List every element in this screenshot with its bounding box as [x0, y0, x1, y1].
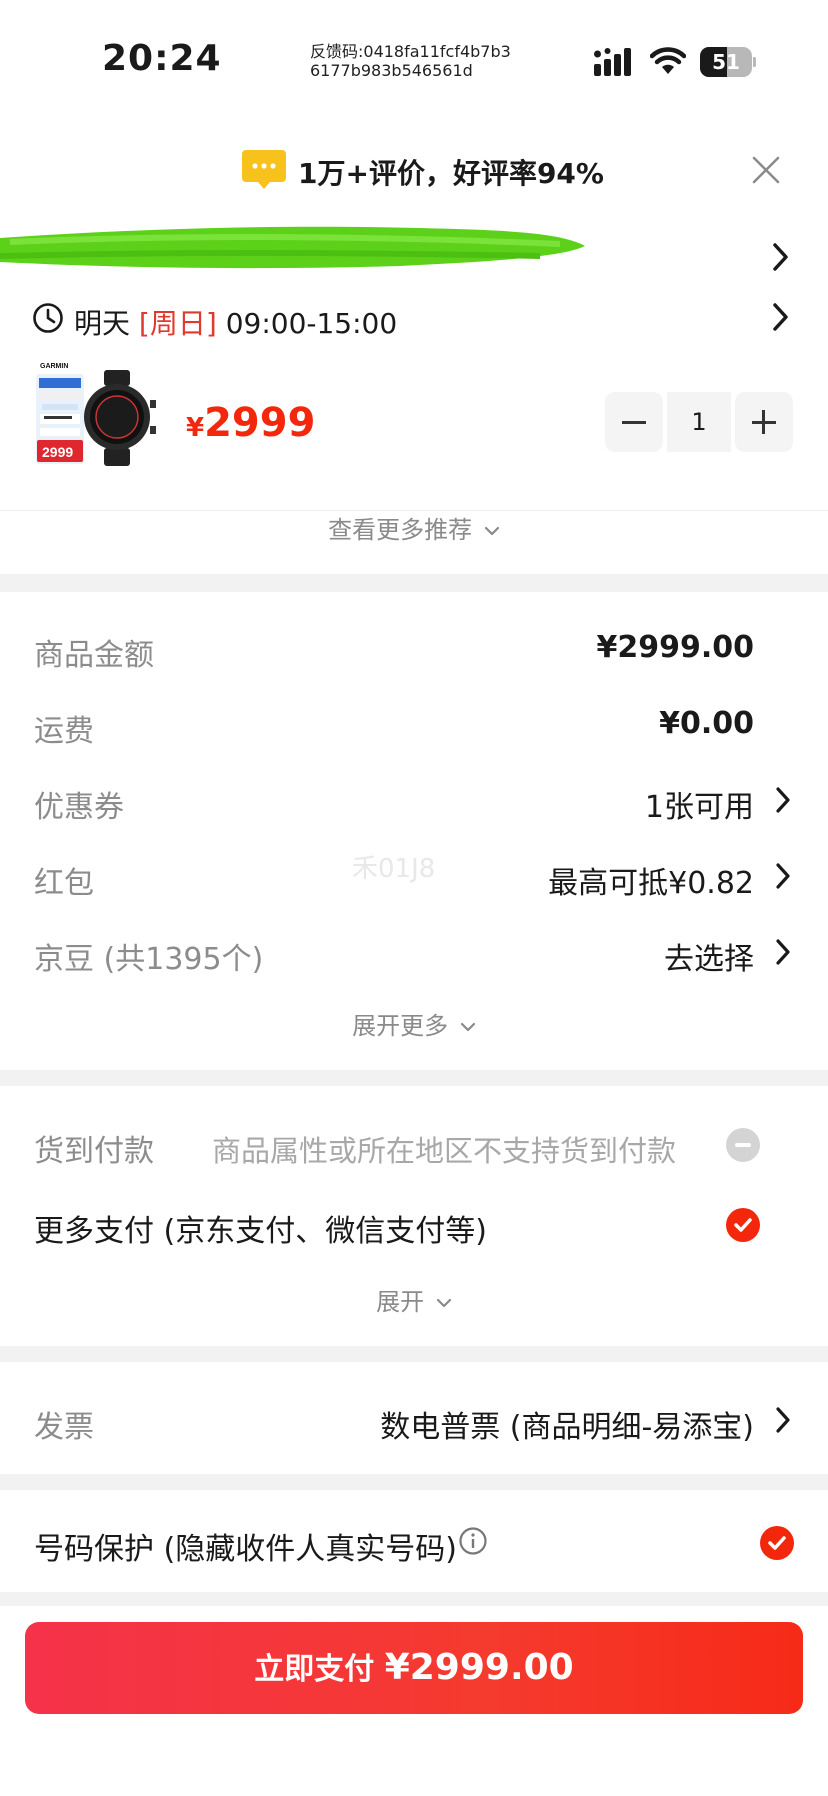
chevron-right-icon — [773, 243, 788, 271]
fee-row-shipping: 运费 ¥0.00 — [0, 698, 828, 749]
address-row[interactable] — [0, 222, 828, 292]
checkmark-icon[interactable] — [726, 1208, 760, 1242]
fee-value: ¥2999.00 — [596, 630, 754, 665]
fee-row-jd-beans[interactable]: 京豆 (共1395个) 去选择 — [0, 926, 828, 977]
payment-cod-label: 货到付款 — [34, 1134, 154, 1169]
info-icon[interactable] — [458, 1526, 488, 1556]
battery-level: 51 — [712, 50, 740, 74]
chevron-right-icon — [773, 303, 788, 331]
quantity-decrease-button[interactable] — [605, 392, 663, 452]
fee-label: 商品金额 — [34, 638, 154, 673]
status-bar: 20:24 反馈码:0418fa11fcf4b7b3 6177b983b5465… — [0, 0, 828, 120]
product-row: GARMIN 2999 ¥2999 1 — [0, 360, 828, 480]
invoice-label: 发票 — [34, 1410, 94, 1445]
product-price: ¥2999 — [186, 400, 315, 446]
redaction-scribble — [0, 226, 585, 269]
number-protection-row[interactable]: 号码保护 (隐藏收件人真实号码) — [0, 1514, 828, 1570]
comment-bubble-icon — [242, 150, 286, 189]
expand-more-link[interactable]: 展开更多 — [0, 1006, 828, 1041]
fee-label: 优惠券 — [34, 790, 124, 825]
price-value: 2999 — [204, 400, 316, 446]
payment-cod-row: 货到付款 商品属性或所在地区不支持货到付款 — [0, 1116, 828, 1172]
disabled-minus-icon — [726, 1128, 760, 1162]
product-image[interactable]: GARMIN 2999 — [34, 360, 162, 472]
fee-value: 最高可抵¥0.82 — [548, 866, 754, 901]
product-image-brand: GARMIN — [40, 363, 68, 370]
checkmark-icon[interactable] — [760, 1526, 794, 1560]
fee-label: 运费 — [34, 714, 94, 749]
delivery-time-range: 09:00-15:00 — [225, 307, 398, 340]
invoice-row[interactable]: 发票 数电普票 (商品明细-易添宝) — [0, 1392, 828, 1448]
payment-expand-link[interactable]: 展开 — [0, 1282, 828, 1317]
section-divider — [0, 1070, 828, 1086]
feedback-code: 反馈码:0418fa11fcf4b7b3 6177b983b546561d — [310, 42, 511, 80]
chevron-right-icon — [776, 939, 790, 965]
number-protection-label: 号码保护 (隐藏收件人真实号码) — [34, 1532, 457, 1567]
watermark: 禾01J8 — [352, 854, 436, 884]
pay-now-amount: ¥2999.00 — [384, 1647, 574, 1688]
fee-row-goods-amount: 商品金额 ¥2999.00 — [0, 622, 828, 673]
fee-label: 红包 — [34, 866, 94, 901]
delivery-time-row[interactable]: 明天 [周日] 09:00-15:00 — [0, 296, 828, 342]
fee-row-coupon[interactable]: 优惠券 1张可用 — [0, 774, 828, 825]
section-divider — [0, 574, 828, 592]
more-recommendations-label: 查看更多推荐 — [328, 516, 473, 544]
fee-value: 去选择 — [664, 942, 754, 977]
delivery-weekday: [周日] — [138, 307, 217, 340]
section-divider — [0, 1346, 828, 1362]
quantity-value[interactable]: 1 — [667, 392, 731, 452]
payment-more-row[interactable]: 更多支付 (京东支付、微信支付等) — [0, 1196, 828, 1252]
section-divider — [0, 1474, 828, 1490]
payment-expand-label: 展开 — [376, 1288, 425, 1316]
pay-now-button[interactable]: 立即支付 ¥2999.00 — [25, 1622, 803, 1714]
battery-indicator: 51 — [700, 47, 756, 77]
chevron-right-icon — [776, 1407, 790, 1433]
rating-banner: 1万+评价，好评率94% — [0, 140, 828, 200]
price-currency: ¥ — [186, 413, 205, 443]
chevron-right-icon — [776, 863, 790, 889]
fee-value: ¥0.00 — [659, 706, 754, 741]
product-image-price: 2999 — [42, 444, 73, 460]
feedback-code-line1: 反馈码:0418fa11fcf4b7b3 — [310, 42, 511, 61]
section-divider — [0, 1592, 828, 1606]
quantity-stepper: 1 — [605, 392, 795, 452]
quantity-increase-button[interactable] — [735, 392, 793, 452]
fee-label: 京豆 (共1395个) — [34, 942, 264, 977]
chevron-down-icon — [436, 1298, 451, 1308]
pay-now-label: 立即支付 — [254, 1652, 375, 1687]
invoice-value: 数电普票 (商品明细-易添宝) — [380, 1410, 754, 1445]
fee-value: 1张可用 — [644, 790, 754, 825]
clock-icon — [33, 303, 63, 333]
payment-cod-note: 商品属性或所在地区不支持货到付款 — [212, 1134, 677, 1168]
delivery-day: 明天 — [74, 307, 131, 340]
chevron-down-icon — [484, 526, 499, 536]
delivery-time: 明天 [周日] 09:00-15:00 — [74, 302, 397, 342]
expand-more-label: 展开更多 — [352, 1012, 449, 1040]
chevron-down-icon — [460, 1022, 475, 1032]
payment-more-label: 更多支付 (京东支付、微信支付等) — [34, 1214, 487, 1249]
status-time: 20:24 — [102, 38, 222, 79]
more-recommendations-link[interactable]: 查看更多推荐 — [0, 510, 828, 545]
feedback-code-line2: 6177b983b546561d — [310, 61, 473, 80]
cellular-signal-icon — [594, 48, 631, 76]
chevron-right-icon — [776, 787, 790, 813]
wifi-icon — [650, 47, 686, 74]
rating-summary: 1万+评价，好评率94% — [298, 157, 604, 190]
close-icon[interactable] — [752, 156, 780, 184]
